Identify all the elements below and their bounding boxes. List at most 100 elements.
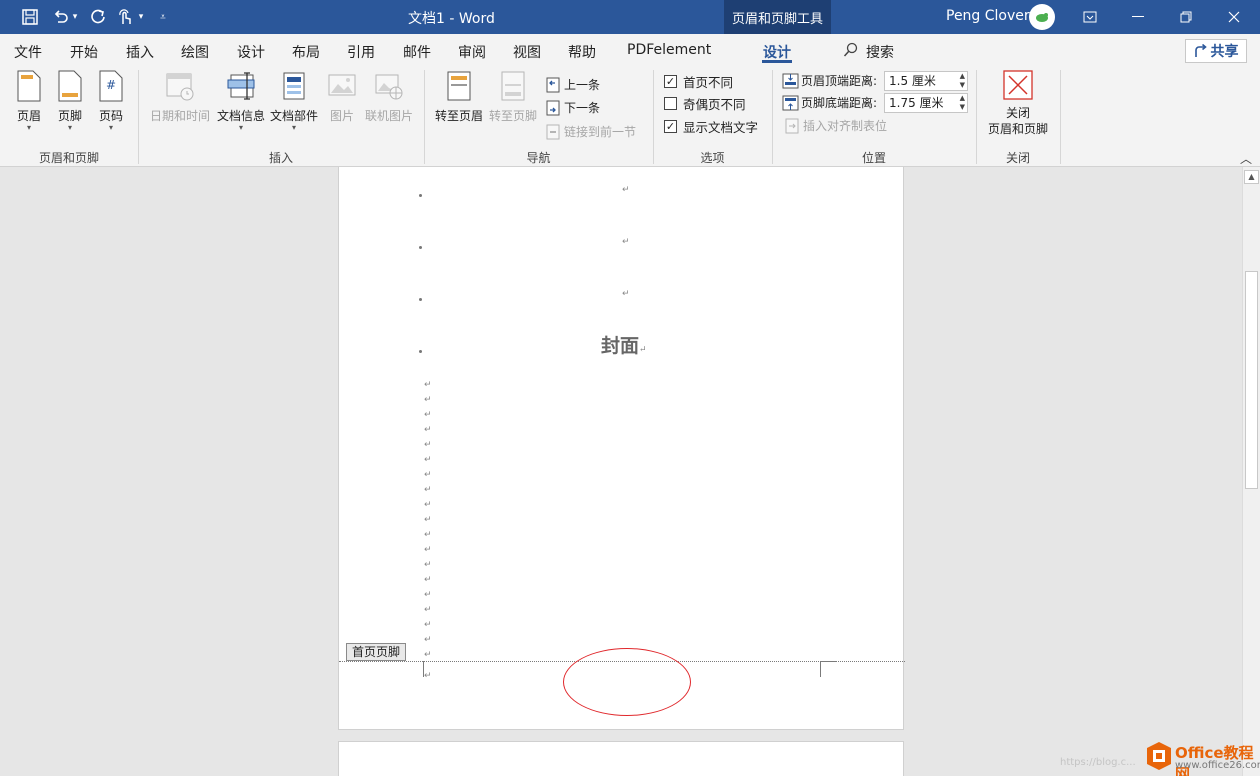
different-first-page-checkbox[interactable]: ✓ 首页不同 <box>664 72 733 91</box>
page-number-icon: # <box>99 70 123 102</box>
tab-review[interactable]: 审阅 <box>458 42 486 62</box>
footer-from-bottom-input[interactable]: 1.75 厘米 ▲ ▼ <box>884 93 968 113</box>
header-button[interactable]: 页眉 ▾ <box>12 70 46 132</box>
first-page-footer-tag: 首页页脚 <box>346 643 407 661</box>
user-name[interactable]: Peng Clover <box>946 8 1030 24</box>
tab-mailings[interactable]: 邮件 <box>403 42 431 62</box>
paragraph-mark: ↵ <box>424 485 432 495</box>
link-to-previous-label: 链接到前一节 <box>564 125 637 139</box>
collapse-ribbon-icon[interactable]: ︿ <box>1240 150 1252 167</box>
paragraph-mark: ↵ <box>424 395 432 405</box>
page-number-dropdown-icon: ▾ <box>108 123 113 132</box>
tab-references[interactable]: 引用 <box>347 42 375 62</box>
tab-design[interactable]: 设计 <box>237 42 265 62</box>
spinner-arrows-icon[interactable]: ▲ ▼ <box>960 72 965 90</box>
formatting-dot <box>419 350 422 353</box>
ribbon-display-options-icon[interactable] <box>1067 0 1113 34</box>
tab-header-footer-design[interactable]: 设计 <box>763 42 791 62</box>
cover-title[interactable]: 封面↵ <box>601 331 647 358</box>
tab-pdfelement[interactable]: PDFelement <box>627 42 711 58</box>
scroll-up-icon[interactable]: ▲ <box>1244 170 1259 184</box>
page-1[interactable]: ↵ ↵ ↵ 封面↵ ↵ ↵ ↵ ↵ ↵ ↵ ↵ ↵ ↵ ↵ ↵ ↵ ↵ ↵ ↵ … <box>338 167 905 730</box>
tab-view[interactable]: 视图 <box>513 42 541 62</box>
restore-icon[interactable] <box>1163 0 1209 34</box>
tab-home[interactable]: 开始 <box>70 42 98 62</box>
page-number-button[interactable]: # 页码 ▾ <box>94 70 128 132</box>
paragraph-mark: ↵ <box>424 575 432 585</box>
touch-dropdown-icon[interactable]: ▾ <box>136 6 146 28</box>
document-info-icon <box>227 72 255 100</box>
search-label[interactable]: 搜索 <box>866 42 894 62</box>
page-2[interactable] <box>338 741 904 776</box>
footer-from-bottom-value: 1.75 厘米 <box>889 96 944 110</box>
date-time-button[interactable]: 日期和时间 <box>148 70 212 124</box>
paragraph-mark: ↵ <box>622 237 630 247</box>
goto-footer-label: 转至页脚 <box>488 109 537 123</box>
ribbon: 页眉 ▾ 页脚 ▾ # 页码 ▾ 页眉和页脚 日期和时间 文档信息 ▾ 文档部件… <box>0 66 1260 167</box>
link-to-previous-button[interactable]: 链接到前一节 <box>545 123 636 140</box>
different-first-page-label: 首页不同 <box>683 75 734 90</box>
footer-paragraph-mark[interactable]: ↵ <box>424 671 432 681</box>
touch-mode-icon[interactable] <box>114 6 136 28</box>
close-icon[interactable] <box>1211 0 1257 34</box>
share-icon <box>1194 44 1207 57</box>
show-document-text-checkbox[interactable]: ✓ 显示文档文字 <box>664 117 758 136</box>
goto-header-button[interactable]: 转至页眉 <box>433 70 485 124</box>
paragraph-mark: ↵ <box>424 470 432 480</box>
footer-label: 页脚 <box>57 109 82 123</box>
next-button[interactable]: 下一条 <box>545 99 600 116</box>
paragraph-mark: ↵ <box>424 605 432 615</box>
close-header-footer-label-1: 关闭 <box>1005 106 1030 120</box>
paragraph-mark: ↵ <box>424 455 432 465</box>
undo-icon[interactable] <box>50 6 72 28</box>
goto-footer-icon <box>501 71 525 101</box>
next-label: 下一条 <box>564 101 601 115</box>
group-label-position: 位置 <box>861 151 886 165</box>
quick-parts-button[interactable]: 文档部件 ▾ <box>268 70 320 132</box>
tab-draw[interactable]: 绘图 <box>181 42 209 62</box>
tab-help[interactable]: 帮助 <box>568 42 596 62</box>
window-title: 文档1 - Word <box>408 11 495 27</box>
customize-toolbar-icon[interactable]: ⩡ <box>155 6 171 28</box>
close-header-footer-icon <box>1003 70 1033 100</box>
close-header-footer-button[interactable]: 关闭 页眉和页脚 <box>984 70 1052 137</box>
search-icon[interactable] <box>843 42 859 58</box>
calendar-clock-icon <box>166 73 194 101</box>
header-dropdown-icon: ▾ <box>26 123 31 132</box>
previous-section-icon <box>546 77 560 92</box>
share-label: 共享 <box>1210 44 1239 60</box>
office-logo-icon <box>1146 741 1172 771</box>
footer-button[interactable]: 页脚 ▾ <box>53 70 87 132</box>
previous-label: 上一条 <box>564 78 601 92</box>
paragraph-mark: ↵ <box>424 425 432 435</box>
insert-alignment-tab-button[interactable]: 插入对齐制表位 <box>784 117 887 134</box>
checkbox-checked-icon: ✓ <box>664 120 677 133</box>
online-picture-button[interactable]: 联机图片 <box>362 70 416 124</box>
spinner-arrows-icon[interactable]: ▲ ▼ <box>960 94 965 112</box>
header-from-top-input[interactable]: 1.5 厘米 ▲ ▼ <box>884 71 968 91</box>
group-label-options: 选项 <box>700 151 725 165</box>
save-icon[interactable] <box>19 6 41 28</box>
picture-button[interactable]: 图片 <box>325 70 359 124</box>
vertical-scrollbar[interactable]: ▲ <box>1242 167 1260 776</box>
tab-layout[interactable]: 布局 <box>292 42 320 62</box>
title-bar: ▾ ▾ ⩡ 文档1 - Word 页眉和页脚工具 Peng Clover <box>0 0 1260 34</box>
different-odd-even-checkbox[interactable]: 奇偶页不同 <box>664 94 746 113</box>
paragraph-mark: ↵ <box>622 289 630 299</box>
undo-dropdown-icon[interactable]: ▾ <box>70 6 80 28</box>
scrollbar-thumb[interactable] <box>1245 271 1258 489</box>
previous-button[interactable]: 上一条 <box>545 76 600 93</box>
quick-parts-dropdown-icon: ▾ <box>291 123 296 132</box>
avatar[interactable] <box>1029 4 1055 30</box>
tab-file[interactable]: 文件 <box>14 42 42 62</box>
footer-from-bottom-label-row: 页脚底端距离: <box>782 94 877 111</box>
picture-icon <box>328 74 356 96</box>
header-from-top-label-row: 页眉顶端距离: <box>782 72 877 89</box>
paragraph-mark: ↵ <box>424 590 432 600</box>
tab-insert[interactable]: 插入 <box>126 42 154 62</box>
minimize-icon[interactable] <box>1115 0 1161 34</box>
share-button[interactable]: 共享 <box>1185 39 1247 63</box>
document-info-button[interactable]: 文档信息 ▾ <box>215 70 267 132</box>
goto-footer-button[interactable]: 转至页脚 <box>487 70 539 124</box>
redo-icon[interactable] <box>87 6 109 28</box>
